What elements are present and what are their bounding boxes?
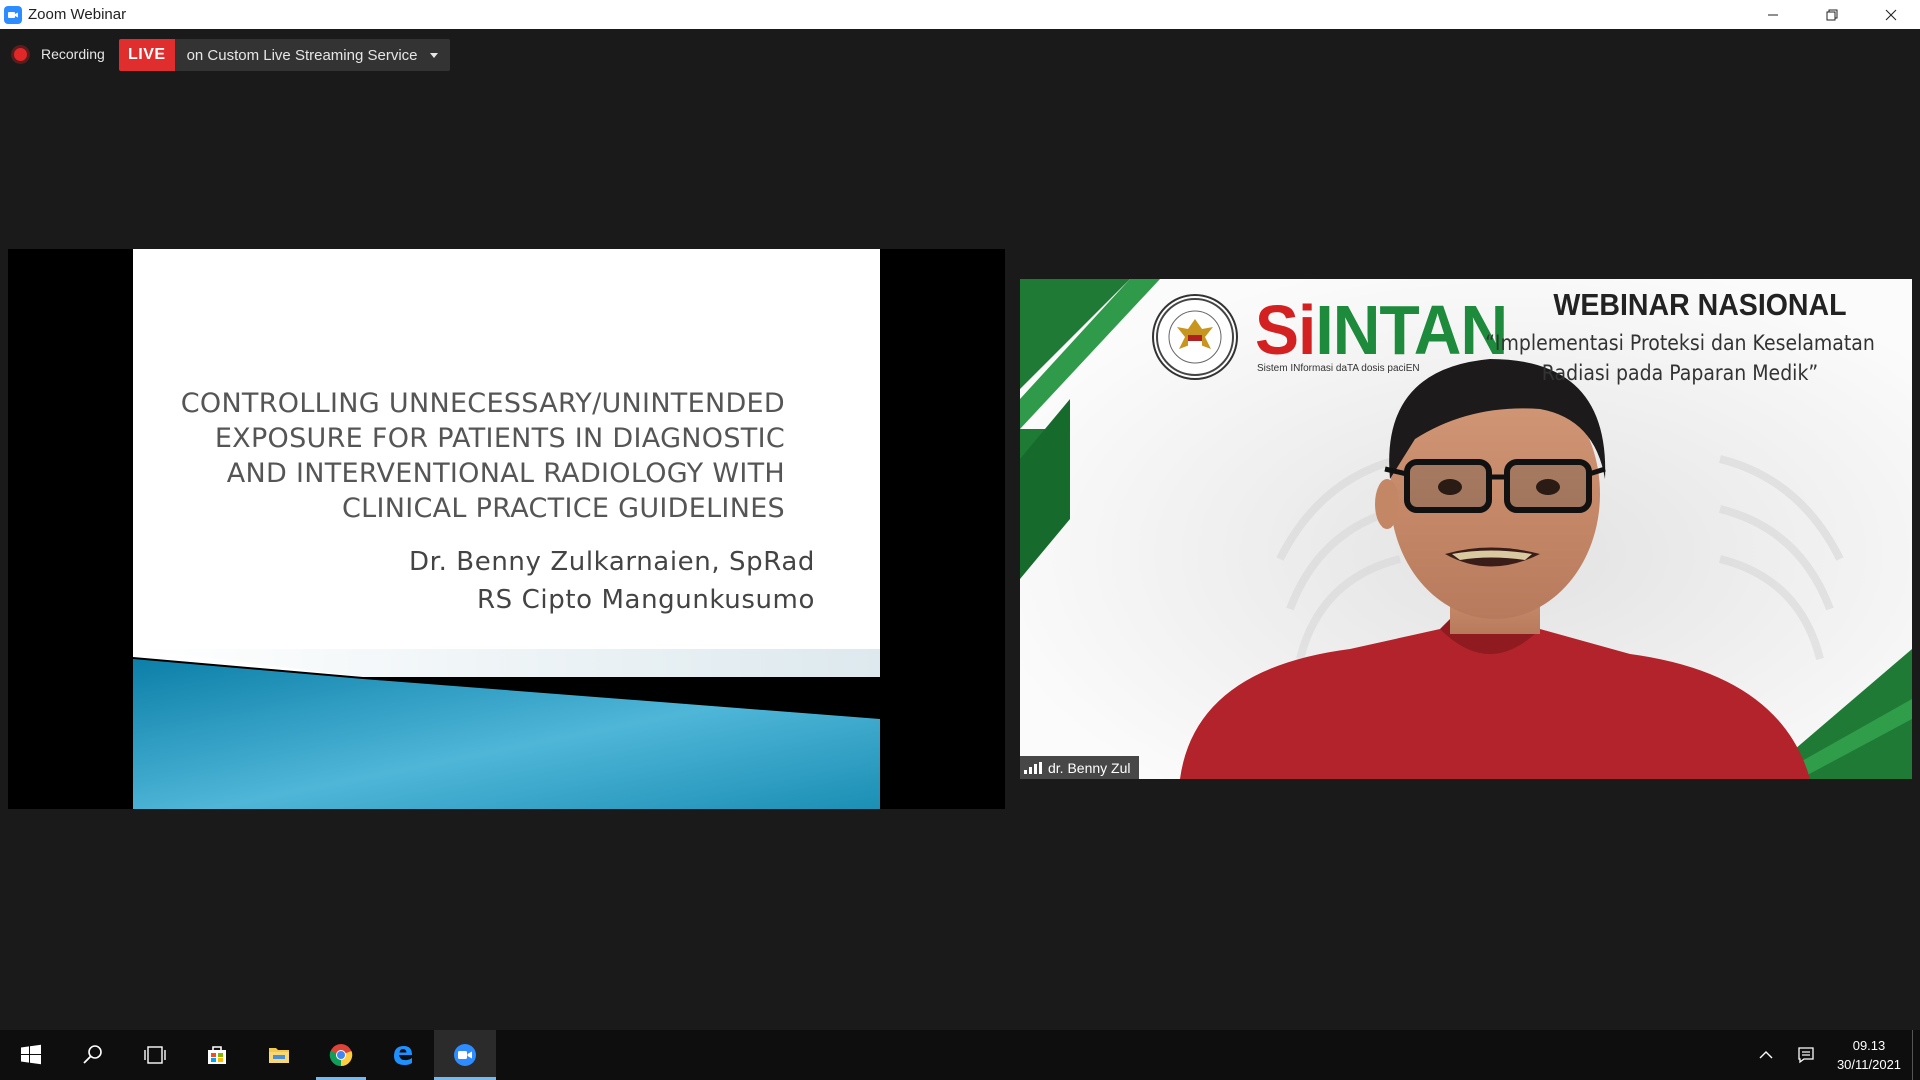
slide-title: CONTROLLING UNNECESSARY/UNINTENDED EXPOS…	[180, 388, 785, 524]
action-center-button[interactable]	[1786, 1030, 1826, 1080]
store-icon	[208, 1046, 226, 1064]
minimize-icon	[1767, 14, 1778, 15]
caret-down-icon	[429, 52, 438, 58]
slide-institution: RS Cipto Mangunkusumo	[477, 585, 815, 615]
close-icon	[1885, 9, 1896, 20]
participant-name-tag: dr. Benny Zul	[1020, 756, 1139, 779]
recording-dot-icon	[14, 47, 27, 61]
slide-footer-graphic	[133, 649, 880, 809]
chrome-button[interactable]	[310, 1030, 372, 1080]
windows-taskbar: 09.13 30/11/2021	[0, 1030, 1920, 1080]
clock-date: 30/11/2021	[1836, 1057, 1902, 1072]
live-badge: LIVE	[119, 39, 175, 71]
participant-name: dr. Benny Zul	[1048, 759, 1131, 776]
webinar-subtitle-line1: “Implementasi Proteksi dan Keselamatan	[1485, 331, 1875, 355]
file-explorer-button[interactable]	[248, 1030, 310, 1080]
zoom-camera-icon	[4, 5, 22, 24]
task-view-button[interactable]	[124, 1030, 186, 1080]
recording-indicator[interactable]: Recording	[14, 46, 105, 62]
zoom-button[interactable]	[434, 1030, 496, 1080]
close-button[interactable]	[1861, 0, 1920, 29]
live-service-label: on Custom Live Streaming Service	[174, 39, 450, 71]
live-service-text: on Custom Live Streaming Service	[186, 46, 418, 64]
system-clock[interactable]: 09.13 30/11/2021	[1826, 1030, 1912, 1080]
siintan-logo-s: Si	[1255, 291, 1316, 369]
chrome-icon	[329, 1044, 353, 1067]
window-titlebar: Zoom Webinar	[0, 0, 1920, 29]
show-hidden-icons-button[interactable]	[1746, 1030, 1786, 1080]
show-desktop-button[interactable]	[1912, 1030, 1920, 1080]
shared-screen: CONTROLLING UNNECESSARY/UNINTENDED EXPOS…	[8, 249, 1005, 809]
siintan-logo: SiINTAN	[1255, 295, 1508, 364]
file-explorer-icon	[269, 1048, 289, 1063]
zoom-icon	[454, 1044, 476, 1066]
slide-author-block: Dr. Benny Zulkarnaien, SpRad RS Cipto Ma…	[409, 543, 815, 619]
restore-icon	[1826, 9, 1837, 20]
webinar-title: WEBINAR NASIONAL	[1553, 287, 1847, 322]
start-button[interactable]	[0, 1030, 62, 1080]
recording-label: Recording	[41, 46, 105, 62]
signal-strength-icon	[1024, 761, 1042, 774]
system-tray: 09.13 30/11/2021	[1746, 1030, 1920, 1080]
edge-button[interactable]	[372, 1030, 434, 1080]
windows-start-icon	[21, 1044, 41, 1065]
window-controls	[1743, 0, 1920, 29]
minimize-button[interactable]	[1743, 0, 1802, 29]
search-button[interactable]	[62, 1030, 124, 1080]
clock-time: 09.13	[1852, 1038, 1886, 1053]
search-icon	[83, 1045, 102, 1064]
restore-button[interactable]	[1802, 0, 1861, 29]
notification-icon	[1798, 1047, 1814, 1064]
window-title: Zoom Webinar	[28, 6, 127, 23]
chevron-up-icon	[1759, 1051, 1773, 1059]
participant-video-tile[interactable]: SiINTAN Sistem INformasi daTA dosis paci…	[1020, 279, 1912, 779]
store-button[interactable]	[186, 1030, 248, 1080]
task-view-icon	[144, 1046, 166, 1064]
slide-author: Dr. Benny Zulkarnaien, SpRad	[409, 547, 815, 577]
edge-icon	[394, 1046, 412, 1065]
siintan-subtext: Sistem INformasi daTA dosis paciEN	[1257, 363, 1420, 374]
webinar-subtitle: “Implementasi Proteksi dan Keselamatan R…	[1473, 328, 1887, 388]
presentation-slide: CONTROLLING UNNECESSARY/UNINTENDED EXPOS…	[133, 249, 880, 809]
bapeten-emblem-icon	[1152, 294, 1238, 380]
live-stream-dropdown[interactable]: LIVE on Custom Live Streaming Service	[119, 39, 450, 71]
webinar-subtitle-line2: Radiasi pada Paparan Medik”	[1541, 361, 1819, 385]
